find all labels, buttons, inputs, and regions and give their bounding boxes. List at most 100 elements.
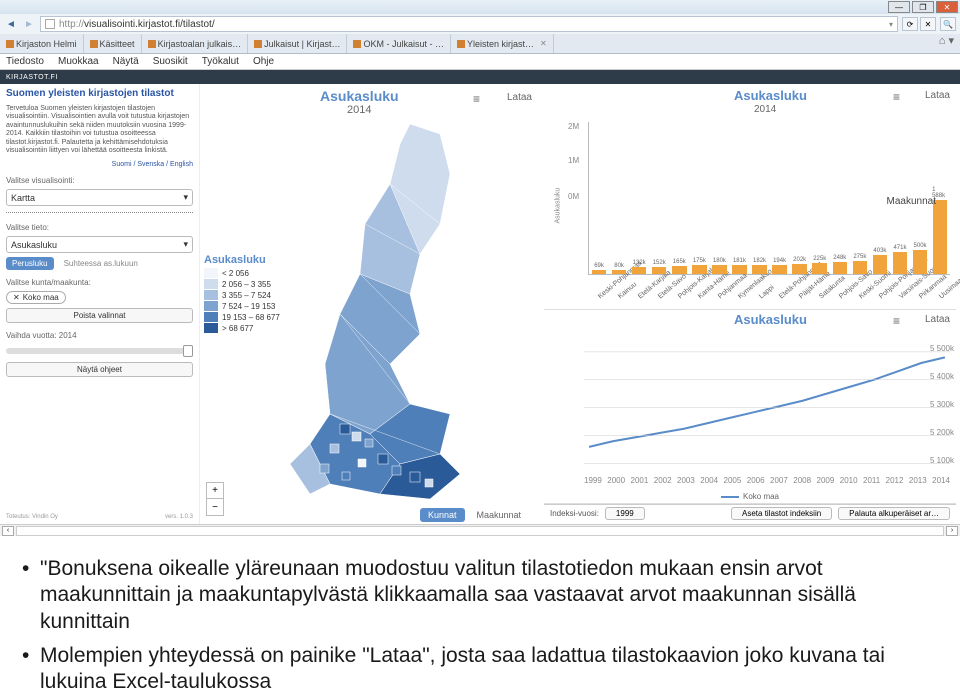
year-label: Vaihda vuotta: 2014 — [6, 331, 193, 340]
legend-swatch — [204, 279, 218, 289]
sidebar-title: Suomen yleisten kirjastojen tilastot — [6, 88, 193, 99]
clear-selection-button[interactable]: Poista valinnat — [6, 308, 193, 323]
back-button[interactable]: ◄ — [4, 17, 18, 31]
download-bar-button[interactable]: Lataa — [925, 90, 950, 101]
legend-row: 3 355 – 7 524 — [204, 290, 280, 300]
line-chart-title: Asukasluku — [734, 312, 807, 327]
bar-ylabel: Asukasluku — [555, 187, 562, 223]
tab-icon — [148, 40, 156, 48]
restore-button[interactable]: ❐ — [912, 1, 934, 13]
index-year-label: Indeksi-vuosi: — [550, 509, 599, 518]
bar[interactable]: 132kEtelä-Karjala — [631, 260, 647, 273]
map-panel: Asukasluku 2014 ≡ Lataa Asukasluku < 2 0… — [200, 84, 540, 524]
scroll-right-icon[interactable]: › — [946, 526, 958, 536]
stop-button[interactable]: ✕ — [920, 17, 936, 31]
tab-icon — [254, 40, 262, 48]
bar[interactable]: 403kPohjois-Pohjanmaa — [872, 248, 888, 274]
refresh-button[interactable]: ⟳ — [902, 17, 918, 31]
bar[interactable]: 471kVarsinais-Suomi — [892, 245, 908, 274]
bar[interactable]: 225kSatakunta — [812, 256, 828, 273]
bar[interactable]: 181kKymenlaakso — [731, 258, 747, 273]
page-icon — [45, 19, 55, 29]
scroll-track[interactable] — [16, 526, 944, 536]
legend-swatch — [204, 323, 218, 333]
bar[interactable]: 194kEtelä-Pohjanmaa — [772, 258, 788, 274]
bar[interactable]: 175kKanta-Häme — [691, 258, 707, 273]
hamburger-icon[interactable]: ≡ — [893, 314, 900, 328]
horizontal-scrollbar[interactable]: ‹ › — [0, 524, 960, 536]
close-tab-icon[interactable]: ✕ — [540, 39, 547, 48]
tieto-label: Valitse tieto: — [6, 223, 193, 232]
bar-chart-block: Asukasluku 2014 ≡ Lataa Asukasluku 2M 1M… — [544, 86, 956, 310]
browser-tab[interactable]: Kirjastoalan julkais… — [142, 34, 249, 53]
browser-tab[interactable]: Julkaisut | Kirjast… — [248, 34, 347, 53]
tab-icon — [6, 40, 14, 48]
app-content: Suomen yleisten kirjastojen tilastot Ter… — [0, 84, 960, 524]
language-links[interactable]: Suomi / Svenska / English — [6, 161, 193, 168]
bar[interactable]: 180kPohjanmaa — [711, 258, 727, 273]
bar[interactable]: 152kEtelä-Savo — [651, 260, 667, 274]
tieto-select[interactable]: Asukasluku▾ — [6, 236, 193, 253]
slider-knob[interactable] — [183, 345, 193, 357]
pill-perusluku[interactable]: Perusluku — [6, 257, 54, 270]
menu-bar: Tiedosto Muokkaa Näytä Suosikit Työkalut… — [0, 54, 960, 70]
browser-tab[interactable]: OKM - Julkaisut - … — [347, 34, 451, 53]
zoom-out-button[interactable]: − — [207, 499, 223, 515]
divider — [6, 212, 193, 213]
home-button[interactable]: ⌂ ▾ — [933, 34, 960, 53]
bar[interactable]: 80kKainuu — [611, 263, 627, 274]
zoom-in-button[interactable]: + — [207, 483, 223, 499]
browser-tab[interactable]: Käsitteet — [84, 34, 142, 53]
hamburger-icon[interactable]: ≡ — [473, 92, 480, 106]
bar[interactable]: 182kLappi — [752, 258, 768, 273]
browser-tab[interactable]: Kirjaston Helmi — [0, 34, 84, 53]
menu-tools[interactable]: Työkalut — [202, 56, 239, 67]
brand-logo: KIRJASTOT.FI — [6, 74, 58, 81]
tab-icon — [457, 40, 465, 48]
menu-edit[interactable]: Muokkaa — [58, 56, 99, 67]
download-map-button[interactable]: Lataa — [507, 92, 532, 103]
menu-fav[interactable]: Suosikit — [153, 56, 188, 67]
finland-map[interactable] — [270, 114, 520, 504]
forward-button[interactable]: ► — [22, 17, 36, 31]
guide-button[interactable]: Näytä ohjeet — [6, 362, 193, 377]
toggle-kunnat[interactable]: Kunnat — [420, 508, 465, 522]
menu-file[interactable]: Tiedosto — [6, 56, 44, 67]
bullet-1: "Bonuksena oikealle yläreunaan muodostuu… — [22, 556, 938, 635]
chevron-down-icon: ▾ — [183, 239, 188, 250]
close-icon[interactable]: ✕ — [13, 293, 20, 302]
legend-dash-icon — [721, 496, 739, 498]
menu-view[interactable]: Näytä — [113, 56, 139, 67]
toggle-maakunnat[interactable]: Maakunnat — [469, 508, 530, 522]
reset-button[interactable]: Palauta alkuperäiset ar… — [838, 507, 950, 520]
close-window-button[interactable]: ✕ — [936, 1, 958, 13]
bar[interactable]: 165kPohjois-Karjala — [671, 259, 687, 274]
map-title: Asukasluku — [320, 88, 399, 104]
bar[interactable]: 275kKeski-Suomi — [852, 254, 868, 274]
minimize-button[interactable]: — — [888, 1, 910, 13]
index-year-value[interactable]: 1999 — [605, 507, 645, 520]
search-button[interactable]: 🔍 — [940, 17, 956, 31]
bar-footer-label: Maakunnat — [887, 196, 936, 207]
vis-select[interactable]: Kartta▾ — [6, 189, 193, 206]
line-legend: Koko maa — [721, 492, 779, 501]
bar[interactable]: 202kPäijät-Häme — [792, 257, 808, 273]
download-line-button[interactable]: Lataa — [925, 314, 950, 325]
hamburger-icon[interactable]: ≡ — [893, 90, 900, 104]
menu-help[interactable]: Ohje — [253, 56, 274, 67]
address-bar[interactable]: http://visualisointi.kirjastot.fi/tilast… — [40, 16, 898, 32]
scroll-left-icon[interactable]: ‹ — [2, 526, 14, 536]
set-index-button[interactable]: Aseta tilastot indeksiin — [731, 507, 832, 520]
year-slider[interactable] — [6, 348, 193, 354]
map-layer-toggle: Kunnat Maakunnat — [420, 508, 529, 522]
line-chart-area[interactable] — [584, 344, 950, 471]
window-titlebar: — ❐ ✕ — [0, 0, 960, 14]
chip-koko-maa[interactable]: ✕Koko maa — [6, 291, 66, 304]
browser-tab-active[interactable]: Yleisten kirjast…✕ — [451, 34, 554, 53]
pill-suhteessa[interactable]: Suhteessa as.lukuun — [58, 257, 144, 270]
map-legend: Asukasluku < 2 0562 056 – 3 3553 355 – 7… — [204, 254, 280, 334]
bar[interactable]: 500kPirkanmaa — [912, 243, 928, 273]
dropdown-icon[interactable]: ▾ — [889, 20, 893, 29]
bar[interactable]: 69kKeski-Pohjanmaa — [591, 263, 607, 273]
bar[interactable]: 248kPohjois-Savo — [832, 255, 848, 273]
